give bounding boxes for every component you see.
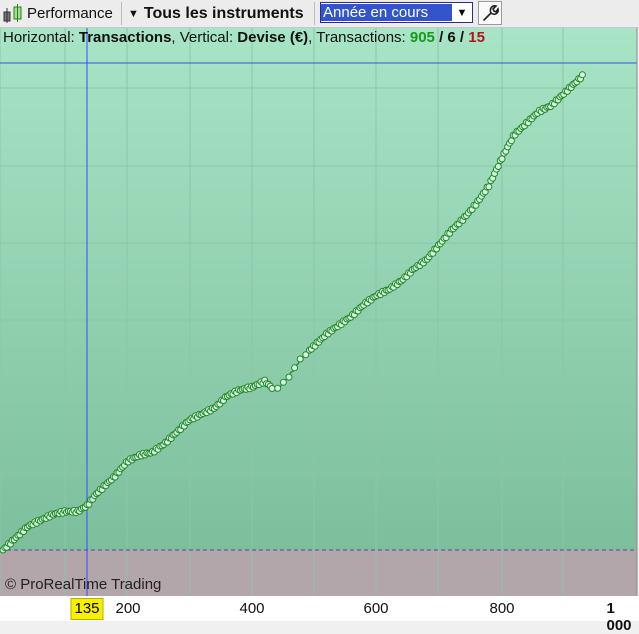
trade-point bbox=[291, 364, 299, 372]
trade-point bbox=[285, 373, 293, 381]
trade-point bbox=[274, 384, 282, 392]
transactions-winning: 905 bbox=[409, 29, 435, 46]
trade-point bbox=[279, 378, 287, 386]
trade-point bbox=[485, 183, 493, 191]
equity-chart bbox=[0, 28, 638, 596]
x-tick-label: 400 bbox=[239, 600, 265, 617]
cursor-x-label: 135 bbox=[70, 598, 104, 620]
transactions-prefix: , Transactions: bbox=[308, 29, 410, 46]
trade-point bbox=[268, 385, 276, 392]
transactions-neutral: 6 bbox=[447, 29, 456, 46]
x-tick-label: 200 bbox=[115, 600, 141, 617]
trade-point bbox=[494, 163, 502, 170]
slash: / bbox=[434, 29, 448, 46]
slash: / bbox=[455, 29, 469, 46]
vertical-prefix: , Vertical: bbox=[171, 29, 238, 46]
horizontal-value: Transactions bbox=[78, 29, 172, 46]
x-tick-label: 600 bbox=[363, 600, 389, 617]
trade-point bbox=[498, 155, 506, 163]
x-tick-label: 1 000 bbox=[606, 600, 632, 634]
transactions-losing: 15 bbox=[468, 29, 485, 46]
x-axis: 200 400 600 800 1 000 135 bbox=[0, 596, 639, 634]
copyright: © ProRealTime Trading bbox=[5, 576, 162, 593]
trade-point bbox=[578, 71, 586, 79]
horizontal-prefix: Horizontal: bbox=[3, 29, 79, 46]
info-bar: Horizontal: Transactions, Vertical: Devi… bbox=[3, 29, 485, 46]
x-tick-label: 800 bbox=[489, 600, 515, 617]
vertical-value: Devise (€) bbox=[237, 29, 309, 46]
trade-point bbox=[296, 355, 304, 363]
